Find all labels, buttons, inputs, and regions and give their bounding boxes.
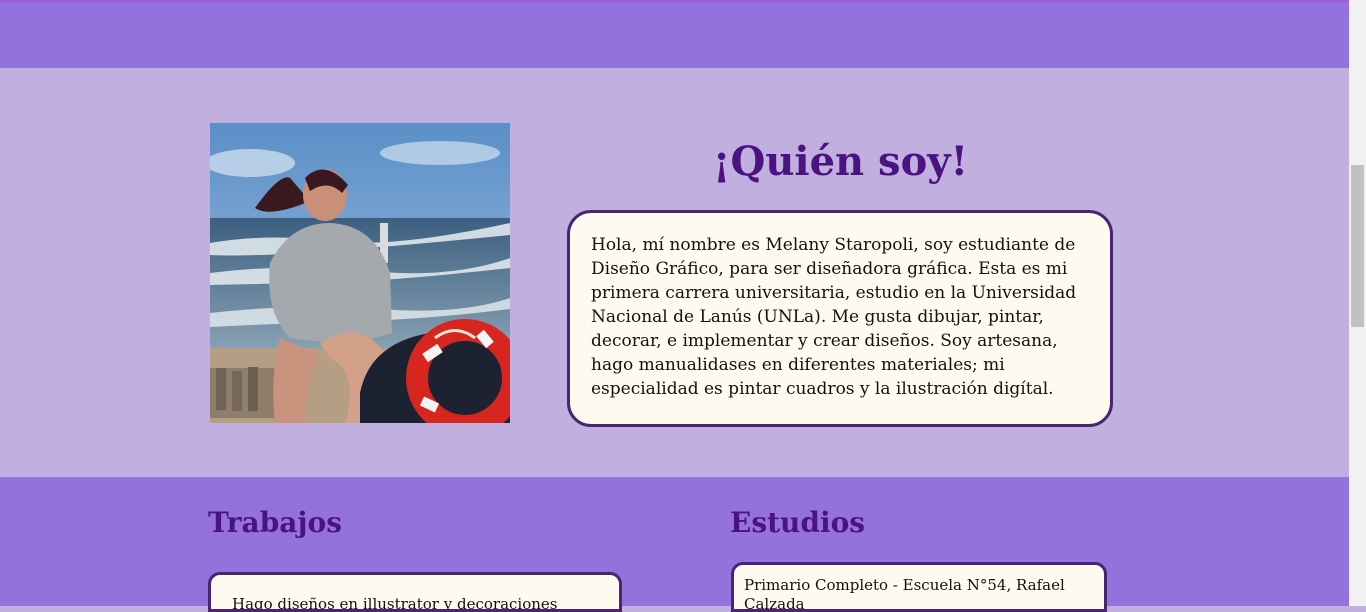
estudios-text: Primario Completo - Escuela N°54, Rafael…: [744, 576, 1065, 612]
header-band: [0, 0, 1349, 68]
trabajos-card: Hago diseños en illustrator y decoracion…: [208, 572, 622, 612]
scrollbar-thumb[interactable]: [1351, 165, 1364, 327]
about-title: ¡Quién soy!: [712, 138, 969, 185]
bio-card: Hola, mí nombre es Melany Staropoli, soy…: [567, 210, 1113, 427]
work-and-studies-section: [0, 477, 1349, 606]
bio-text: Hola, mí nombre es Melany Staropoli, soy…: [591, 235, 1077, 399]
trabajos-text: Hago diseños en illustrator y decoracion…: [232, 595, 558, 612]
trabajos-title: Trabajos: [208, 506, 342, 539]
about-section: ¡Quién soy! Hola, mí nombre es Melany St…: [0, 68, 1349, 477]
profile-photo: [210, 123, 510, 423]
estudios-card: Primario Completo - Escuela N°54, Rafael…: [731, 562, 1107, 612]
estudios-title: Estudios: [730, 506, 866, 539]
